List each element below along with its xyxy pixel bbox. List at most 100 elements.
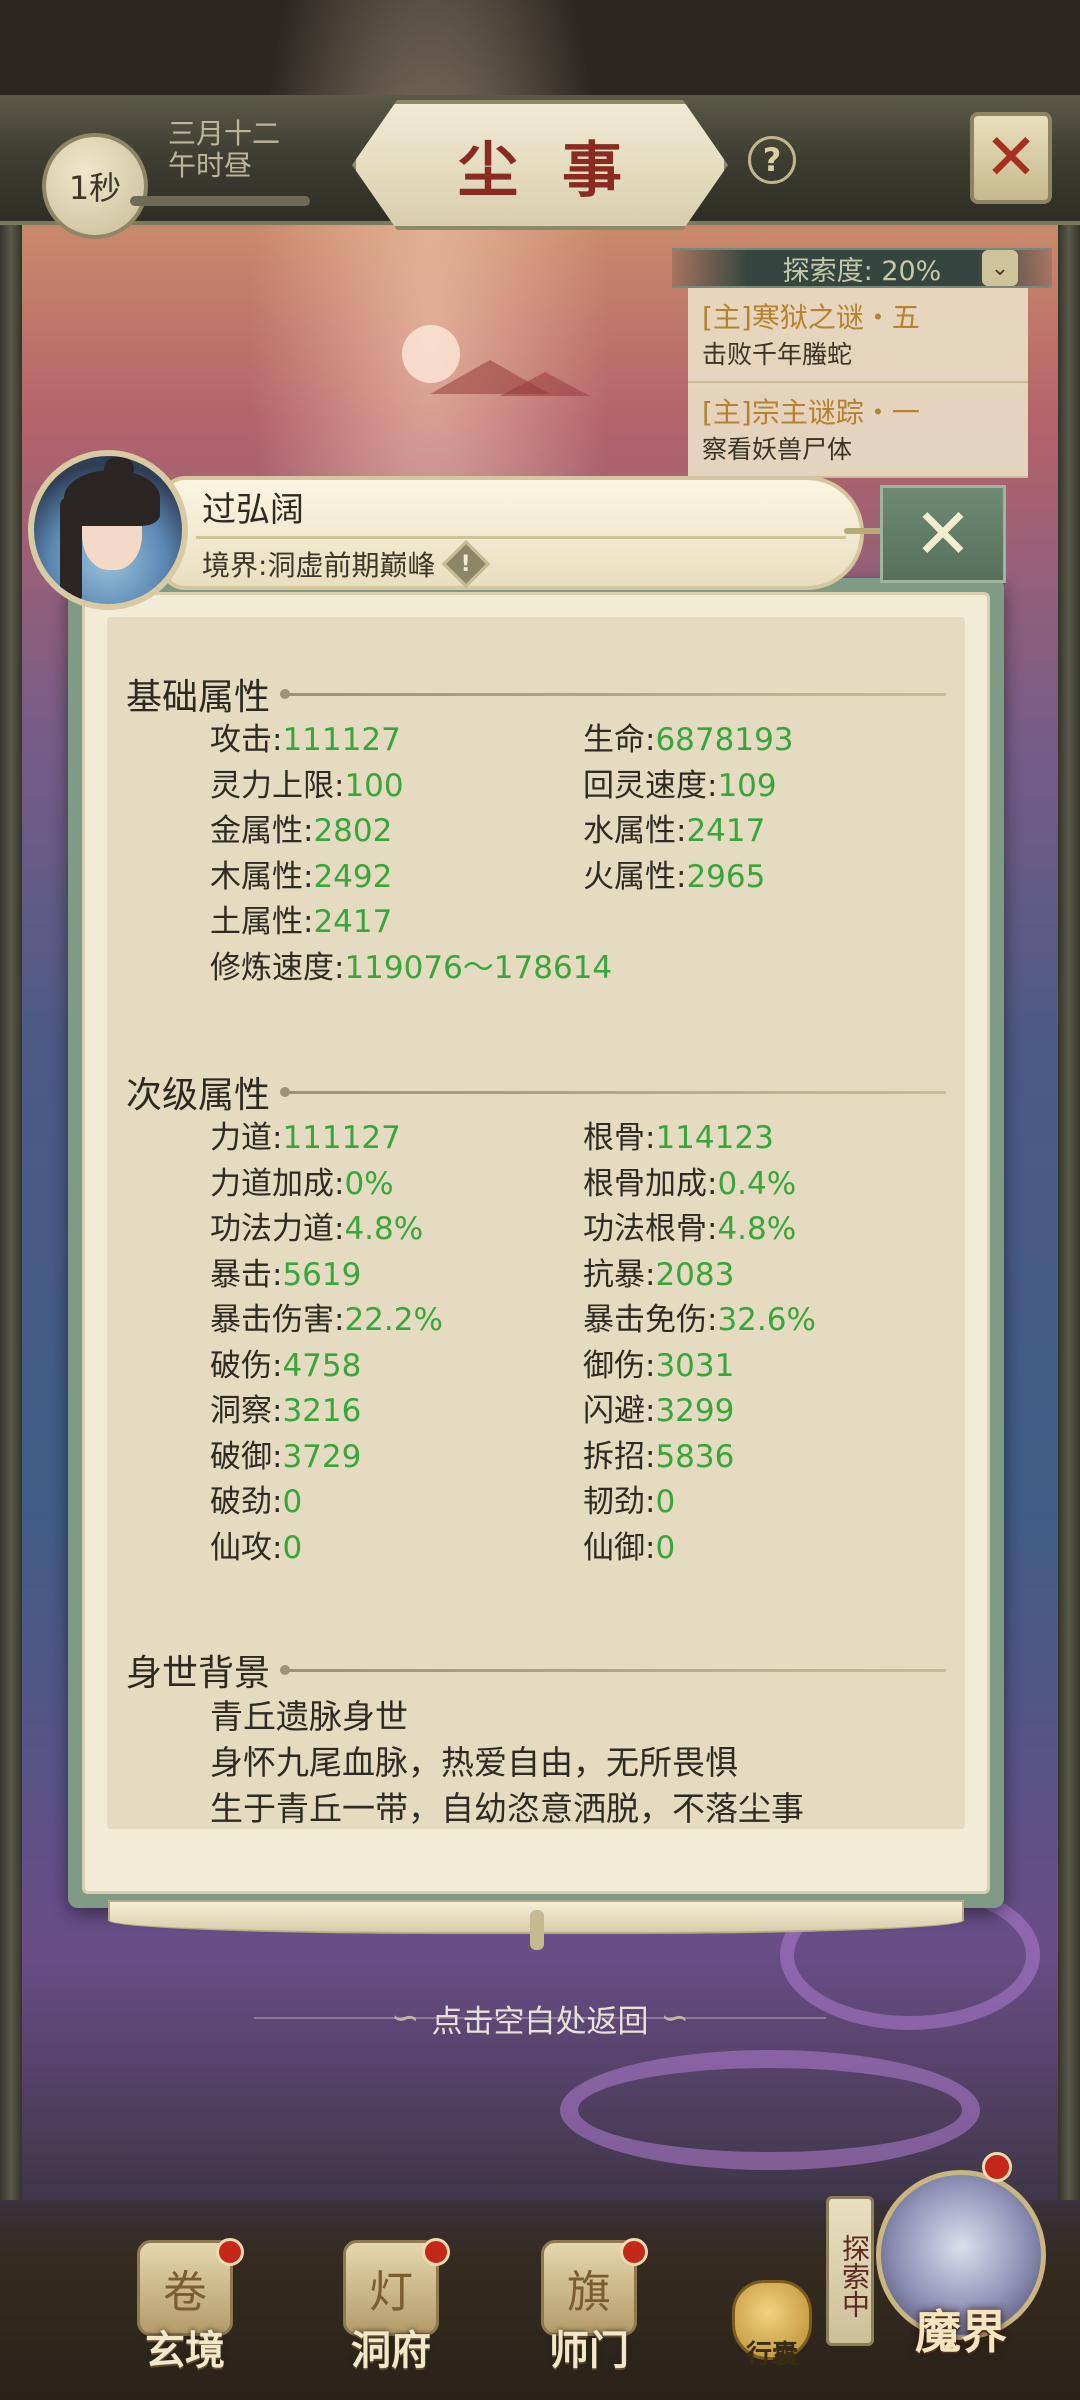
attribute-item: 功法根骨:4.8% [583,1207,956,1253]
attribute-item: 土属性:2417 [210,900,583,946]
section-header: 基础属性 [126,670,946,718]
attribute-value: 119076～178614 [344,949,613,986]
notification-dot [216,2238,244,2266]
attribute-value: 3729 [282,1438,362,1475]
attribute-label: 木属性: [210,858,314,895]
attribute-value: 6878193 [655,722,794,758]
secondary-attributes-section: 次级属性 力道:111127 根骨:114123 力道加成:0% 根骨加成:0.4% 功… [126,1068,946,1571]
section-title: 基础属性 [126,677,271,718]
attribute-item: 金属性:2802 [210,809,583,855]
section-header: 次级属性 [126,1068,946,1116]
avatar[interactable] [28,450,188,610]
attribute-item: 御伤:3031 [583,1344,956,1390]
attribute-value: 0.4% [717,1165,797,1202]
close-icon: ✕ [913,493,973,575]
attribute-value: 4.8% [717,1211,797,1247]
character-realm: 境界: 洞虚前期巅峰 ! [202,539,491,589]
mountain-decoration [500,372,590,396]
curl-left-icon: ∽ [391,1998,420,2038]
attribute-item: 抗暴:2083 [583,1253,956,1299]
attribute-item: 根骨加成:0.4% [583,1162,956,1208]
attribute-value: 114123 [655,1120,774,1156]
attribute-item: 破劲:0 [210,1480,583,1526]
background-line: 身怀九尾血脉，热爱自由，无所畏惧 [210,1743,738,1782]
nav-item-xuanjing[interactable]: 卷 玄境 [110,2238,260,2390]
attribute-label: 破伤: [210,1347,283,1384]
attribute-item: 仙御:0 [583,1526,956,1572]
attribute-label: 力道加成: [210,1165,345,1202]
attribute-value: 5836 [655,1438,735,1475]
attribute-label: 功法根骨: [583,1211,718,1247]
quest-item[interactable]: [主]宗主谜踪・一 察看妖兽尸体 [688,383,1028,478]
attribute-item: 暴击伤害:22.2% [210,1298,583,1344]
attribute-label: 仙御: [583,1529,656,1566]
realm-info-icon[interactable]: ! [442,539,491,589]
attribute-item: 暴击免伤:32.6% [583,1298,956,1344]
attribute-value: 3031 [655,1347,735,1384]
demon-realm-label: 魔界 [915,2305,1007,2359]
nav-item-shimen[interactable]: 旗 师门 [514,2238,664,2390]
attribute-item: 洞察:3216 [210,1389,583,1435]
section-divider [280,1086,946,1097]
attribute-value: 2417 [313,904,393,940]
attribute-value: 2965 [686,858,766,895]
demon-realm-button[interactable]: 魔界 [866,2170,1056,2400]
attribute-label: 拆招: [583,1438,656,1475]
attribute-value: 2802 [313,813,393,849]
scroll-pin [530,1910,544,1950]
frame-left [0,150,22,2200]
attribute-value: 100 [344,767,404,804]
attribute-label: 土属性: [210,904,314,940]
realm-label: 境界: [202,549,268,582]
popup-close-button[interactable]: ✕ [880,485,1006,583]
timer-text: 1秒 [68,169,122,207]
swirl-decoration [560,2050,980,2170]
notification-dot [422,2238,450,2266]
help-button[interactable]: ? [748,136,796,184]
attribute-label: 生命: [583,722,656,758]
attribute-value: 0% [344,1165,394,1202]
section-header: 身世背景 [126,1646,946,1694]
basic-attributes-section: 基础属性 攻击:111127 生命:6878193 灵力上限:100 回灵速度:109… [126,670,946,991]
attribute-value: 2492 [313,858,393,895]
attribute-value: 2083 [655,1256,735,1293]
attribute-label: 水属性: [583,813,687,849]
background-section: 身世背景 青丘遗脉身世 身怀九尾血脉，热爱自由，无所畏惧 生于青丘一带，自幼恣意… [126,1646,946,1832]
return-hint[interactable]: ∽ 点击空白处返回 ∽ [340,1992,740,2044]
nav-label: 玄境 [145,2327,225,2374]
nav-label: 师门 [549,2327,629,2374]
close-button[interactable]: ✕ [970,112,1052,204]
quest-desc: 察看妖兽尸体 [702,435,853,464]
attribute-label: 破御: [210,1438,283,1475]
attribute-label: 御伤: [583,1347,656,1384]
nav-item-dongfu[interactable]: 灯 洞府 [316,2238,466,2390]
character-name: 过弘阔 [202,490,304,530]
attribute-value: 3299 [655,1393,735,1429]
attribute-value: 111127 [282,722,401,758]
game-date: 三月十二 午时昼 [168,118,318,182]
attribute-value: 111127 [282,1120,401,1156]
bag-label: 行囊 [745,2340,798,2370]
quest-item[interactable]: [主]寒狱之谜・五 击败千年螣蛇 [688,288,1028,383]
bag-button[interactable]: 行囊 [722,2280,822,2390]
secondary-attributes-grid: 力道:111127 根骨:114123 力道加成:0% 根骨加成:0.4% 功法力道:4… [210,1116,946,1571]
notification-dot [982,2152,1012,2182]
background-line: 生于青丘一带，自幼恣意洒脱，不落尘事 [210,1789,804,1828]
attribute-label: 回灵速度: [583,767,718,804]
timer-badge[interactable]: 1秒 [42,133,148,239]
quest-title: [主]宗主谜踪・一 [702,396,920,429]
attribute-value: 0 [655,1484,676,1520]
attribute-label: 修炼速度: [210,949,345,986]
attribute-item: 闪避:3299 [583,1389,956,1435]
attribute-item: 水属性:2417 [583,809,956,855]
attribute-item: 灵力上限:100 [210,764,583,810]
section-title: 身世背景 [126,1653,271,1694]
attribute-value: 0 [282,1529,303,1566]
attribute-label: 根骨: [583,1120,656,1156]
realm-value: 洞虚前期巅峰 [267,549,436,582]
attribute-label: 力道: [210,1120,283,1156]
chevron-down-icon[interactable]: ⌄ [982,250,1018,286]
attribute-item: 回灵速度:109 [583,764,956,810]
name-divider [196,536,846,539]
attribute-value: 0 [282,1484,303,1520]
